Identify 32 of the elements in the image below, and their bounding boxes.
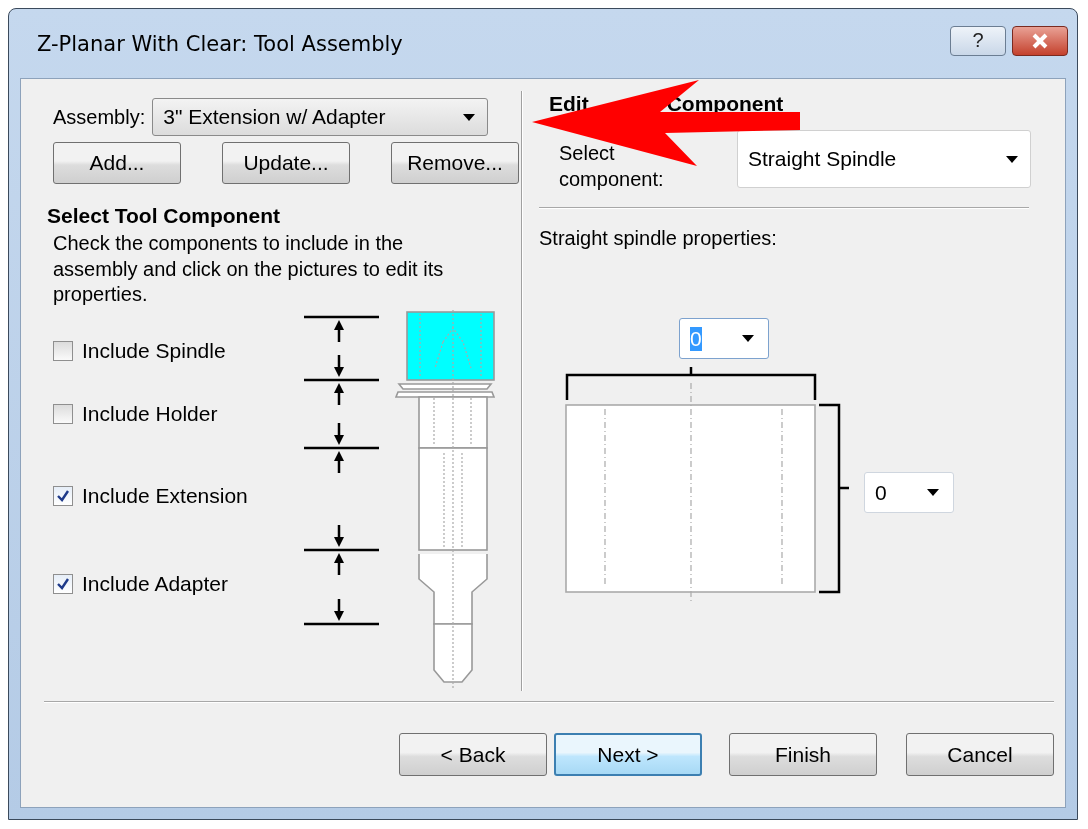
section-heading: Edit — [549, 92, 589, 116]
checkbox[interactable] — [53, 573, 73, 594]
component-type-dropdown[interactable]: Straight Spindle — [737, 130, 1031, 188]
wizard-button[interactable]: Cancel — [906, 733, 1054, 776]
caret-icon — [742, 335, 754, 342]
assembly-action-button[interactable]: Update... — [222, 142, 350, 184]
assembly-action-button[interactable]: Remove... — [391, 142, 519, 184]
caret-icon — [463, 113, 476, 121]
caret-icon — [927, 489, 939, 496]
type-label: component: — [559, 167, 664, 192]
length-dropdown[interactable]: 0 — [864, 472, 954, 513]
checkbox[interactable] — [53, 340, 73, 361]
checkbox-label[interactable]: Include Holder — [82, 401, 218, 426]
instructions-text: Check the components to include in the assembly and click on the pictures to edit its properties. — [53, 231, 445, 307]
help-button[interactable]: ? — [950, 25, 1006, 56]
window-title: Z-Planar With Clear: Tool Assembly — [37, 31, 403, 56]
assembly-dropdown[interactable]: 3" Extension w/ Adapter — [152, 98, 489, 136]
wizard-button[interactable]: Finish — [729, 733, 877, 776]
assembly-label: Assembly: — [53, 105, 146, 129]
wizard-button[interactable]: Next > — [554, 733, 702, 776]
section-heading: Select Tool Component — [47, 204, 281, 228]
close-button[interactable] — [1012, 25, 1068, 56]
checkbox-label[interactable]: Include Spindle — [82, 338, 226, 363]
checkbox-label[interactable]: Include Adapter — [82, 571, 228, 596]
checkbox[interactable] — [53, 485, 73, 506]
type-label: Select — [559, 141, 615, 166]
checkbox[interactable] — [53, 403, 73, 424]
properties-label: Straight spindle properties: — [539, 227, 778, 250]
checkbox-label[interactable]: Include Extension — [82, 483, 248, 508]
caret-icon — [1006, 155, 1018, 163]
assembly-action-button[interactable]: Add... — [53, 142, 181, 184]
wizard-button[interactable]: < Back — [399, 733, 547, 776]
